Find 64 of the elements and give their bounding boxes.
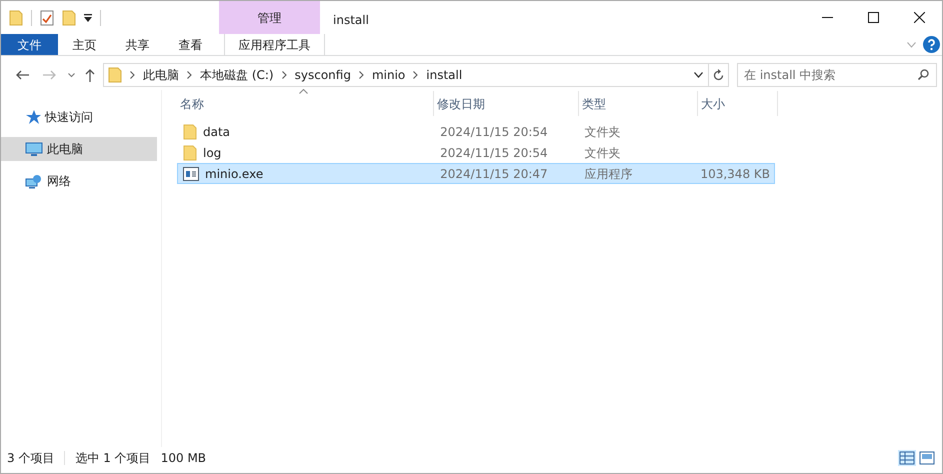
- refresh-icon: [713, 69, 724, 81]
- breadcrumb-chevron-icon[interactable]: [358, 71, 364, 79]
- file-date: 2024/11/15 20:54: [439, 124, 549, 140]
- column-header[interactable]: 类型: [579, 91, 698, 116]
- close-icon: [914, 12, 924, 23]
- column-header[interactable]: 大小: [698, 91, 778, 116]
- breadcrumb-chevron-icon[interactable]: [413, 71, 418, 79]
- network-icon: [25, 174, 43, 188]
- context-tab-header: 管理: [219, 1, 320, 34]
- file-name: data: [203, 124, 230, 140]
- column-header[interactable]: 修改日期: [434, 91, 579, 116]
- refresh-button[interactable]: [709, 63, 729, 87]
- file-name: minio.exe: [205, 166, 264, 182]
- window-title: install: [332, 12, 370, 29]
- breadcrumb-chevron-icon[interactable]: [187, 71, 192, 79]
- column-header[interactable]: 名称: [177, 91, 434, 116]
- file-type: 文件夹: [584, 144, 622, 162]
- address-bar[interactable]: 此电脑 本地磁盘 (C:) sysconfig minio install: [103, 63, 709, 87]
- back-arrow-icon[interactable]: [16, 70, 29, 80]
- ribbon-tab[interactable]: 共享: [111, 34, 164, 55]
- folder-icon: [108, 67, 122, 83]
- ribbon-tab[interactable]: 应用程序工具: [224, 34, 325, 55]
- properties-icon[interactable]: [40, 10, 54, 26]
- file-date: 2024/11/15 20:54: [439, 144, 549, 162]
- breadcrumb[interactable]: sysconfig: [294, 66, 351, 84]
- file-date: 2024/11/15 20:47: [439, 166, 549, 182]
- item-count: 3 个项目: [7, 450, 54, 467]
- up-arrow-icon[interactable]: [85, 68, 95, 82]
- file-type: 文件夹: [584, 124, 622, 140]
- breadcrumb-chevron-icon[interactable]: [130, 71, 135, 79]
- search-field[interactable]: 在 install 中搜索: [737, 63, 937, 87]
- details-view-icon[interactable]: [898, 450, 916, 466]
- thumbnails-view-icon[interactable]: [918, 450, 936, 466]
- sidebar-item[interactable]: 网络: [1, 169, 157, 193]
- minimize-icon: [822, 16, 832, 18]
- breadcrumb[interactable]: 此电脑: [143, 66, 179, 84]
- file-type: 应用程序: [584, 166, 634, 182]
- file-size: 103,348 KB: [699, 166, 771, 182]
- ribbon-tab[interactable]: 主页: [58, 34, 111, 55]
- help-icon[interactable]: [923, 36, 940, 53]
- breadcrumb-chevron-icon[interactable]: [282, 71, 287, 79]
- dropdown-icon[interactable]: [84, 14, 92, 22]
- sidebar-item[interactable]: 此电脑: [1, 137, 157, 161]
- selection-count: 选中 1 个项目: [75, 450, 151, 467]
- breadcrumb[interactable]: minio: [372, 66, 406, 84]
- computer-icon: [25, 142, 43, 156]
- application-icon: [183, 166, 199, 180]
- file-name: log: [203, 144, 222, 162]
- ribbon-tab[interactable]: 查看: [164, 34, 217, 55]
- file-row[interactable]: data 2024/11/15 20:54 文件夹: [177, 121, 775, 142]
- ribbon-tab[interactable]: 文件: [1, 34, 58, 55]
- star-icon: [25, 110, 41, 124]
- file-row[interactable]: log 2024/11/15 20:54 文件夹: [177, 142, 775, 163]
- breadcrumb[interactable]: install: [426, 66, 462, 84]
- breadcrumb[interactable]: 本地磁盘 (C:): [200, 66, 274, 84]
- folder-icon: [183, 124, 197, 140]
- selection-size: 100 MB: [160, 450, 206, 467]
- recent-dropdown-icon[interactable]: [68, 72, 75, 78]
- folder-icon: [183, 144, 197, 160]
- search-icon: [918, 69, 929, 80]
- file-row[interactable]: minio.exe 2024/11/15 20:47 应用程序 103,348 KB: [177, 163, 775, 184]
- maximize-icon: [868, 12, 878, 23]
- dropdown-icon[interactable]: [694, 72, 703, 78]
- sidebar-item[interactable]: 快速访问: [1, 105, 157, 129]
